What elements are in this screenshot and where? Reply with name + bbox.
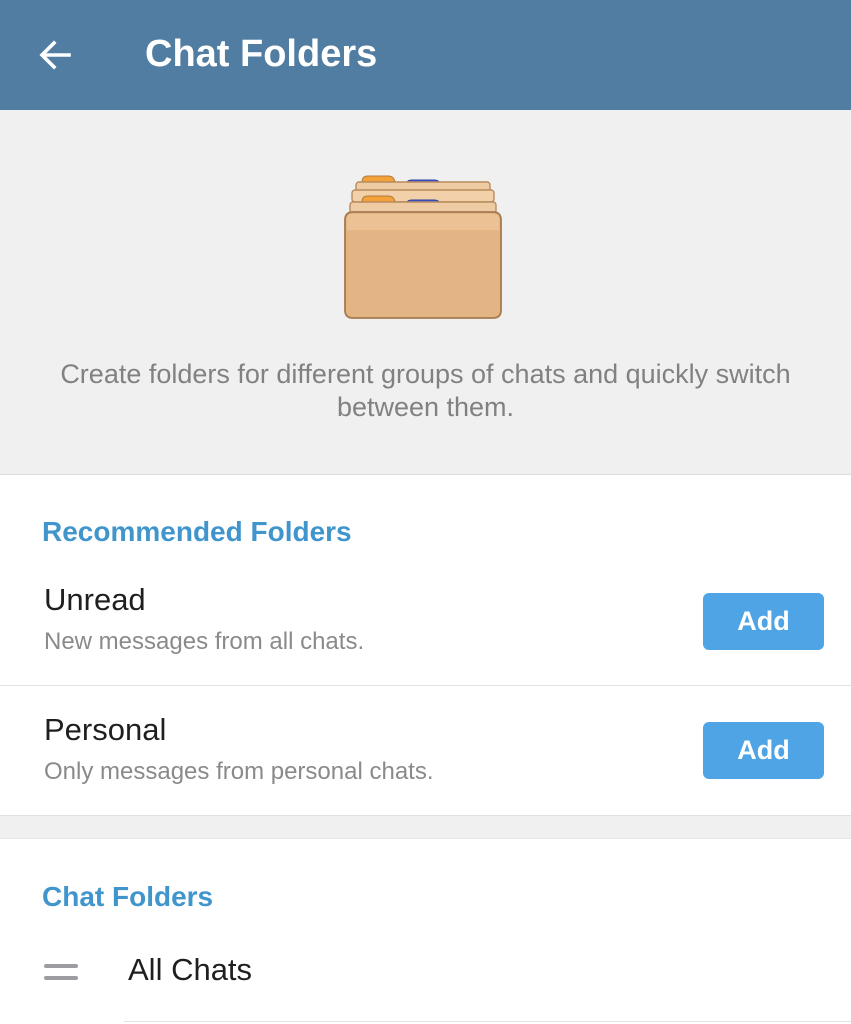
back-button[interactable]: [22, 22, 88, 88]
recommended-folder-title: Personal: [44, 712, 167, 747]
add-unread-button[interactable]: Add: [703, 593, 824, 650]
row-divider: [0, 685, 851, 686]
add-personal-button[interactable]: Add: [703, 722, 824, 779]
recommended-folders-header: Recommended Folders: [42, 516, 352, 547]
recommended-folder-subtitle: Only messages from personal chats.: [44, 758, 434, 785]
hero-description: Create folders for different groups of c…: [60, 359, 791, 422]
folder-label: All Chats: [128, 952, 253, 987]
recommended-folder-subtitle: New messages from all chats.: [44, 628, 365, 655]
arrow-left-icon: [39, 40, 71, 70]
folder-row-all-chats[interactable]: All Chats: [0, 934, 851, 1014]
recommended-folder-unread: Unread New messages from all chats. Add: [0, 580, 851, 710]
chat-folders-screen: Chat Folders Create folders for differen…: [0, 0, 851, 1024]
recommended-folder-title: Unread: [44, 582, 146, 617]
chat-folders-header: Chat Folders: [42, 881, 214, 912]
section-separator: [0, 815, 851, 839]
drag-handle-icon[interactable]: [40, 954, 80, 994]
page-title: Chat Folders: [145, 33, 378, 75]
hero-section: Create folders for different groups of c…: [0, 110, 851, 475]
row-divider: [124, 1021, 851, 1022]
app-bar: Chat Folders: [0, 0, 851, 110]
folders-illustration-icon: [344, 175, 502, 319]
